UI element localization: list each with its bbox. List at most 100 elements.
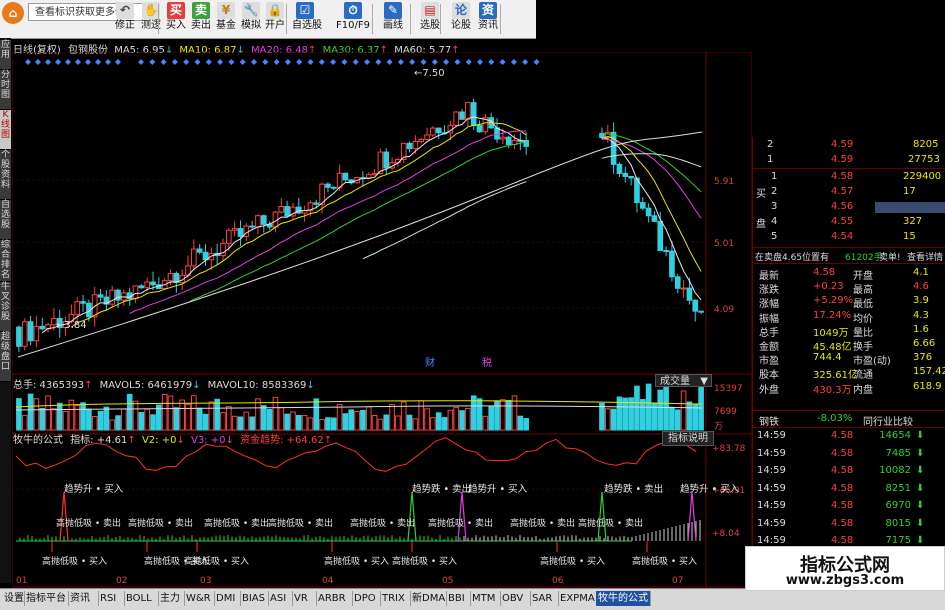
tab-0[interactable]: 设置 bbox=[2, 591, 25, 606]
volume-bar bbox=[406, 414, 413, 431]
volume-bar bbox=[51, 408, 57, 431]
volume-indicator-select[interactable]: 成交量 ▼ bbox=[655, 374, 712, 387]
sidebar-tab-2[interactable]: K线图 bbox=[0, 110, 11, 150]
industry-name[interactable]: 钢铁 bbox=[759, 413, 779, 428]
stat-key: 总手 bbox=[759, 327, 779, 339]
toolbar-button-6[interactable]: 🔒 开户 bbox=[262, 2, 288, 36]
tab-18[interactable]: SAR bbox=[530, 591, 559, 606]
app-logo-icon[interactable]: ⌂ bbox=[2, 2, 24, 24]
signal-diamond-icon bbox=[330, 59, 337, 65]
industry-change: -8.03% bbox=[817, 413, 853, 424]
candle-body bbox=[255, 215, 261, 228]
tab-19[interactable]: EXPMA bbox=[558, 591, 597, 606]
sidebar-tab-1[interactable]: 分时图 bbox=[0, 70, 11, 110]
tab-9[interactable]: ASI bbox=[268, 591, 293, 606]
buy-level-vol: 327 bbox=[903, 216, 923, 227]
toolbar-separator bbox=[410, 4, 411, 34]
indicator-value: 指标: +4.61 bbox=[70, 435, 128, 446]
industry-compare-link[interactable]: 同行业比较 bbox=[863, 413, 913, 428]
toolbar-button-2[interactable]: 买买入 bbox=[163, 2, 189, 36]
stock-picker-icon: ▤ bbox=[421, 2, 439, 19]
kline-chart[interactable]: 5.91 5.01 4.09 ←7.50 ←3.84 财 税 15397 7699 万 +83.78… bbox=[12, 52, 752, 588]
volume-bar bbox=[208, 401, 215, 431]
separator bbox=[753, 427, 945, 428]
signal-label: 趋势跌 • 卖出 bbox=[412, 483, 471, 495]
candle-body bbox=[249, 225, 255, 228]
candle-body bbox=[365, 174, 372, 179]
volume-bar bbox=[447, 409, 454, 431]
toolbar-button-9[interactable]: ✎ 画线 bbox=[380, 2, 406, 36]
tab-12[interactable]: DPO bbox=[352, 591, 381, 606]
candle-body bbox=[260, 215, 267, 225]
candle-body bbox=[406, 142, 413, 150]
volume-bar bbox=[167, 395, 174, 431]
tab-14[interactable]: 新DMA bbox=[410, 591, 447, 606]
tab-7[interactable]: DMI bbox=[214, 591, 241, 606]
sidebar-tab-6[interactable]: 牛叉诊股 bbox=[0, 282, 11, 332]
toolbar-button-5[interactable]: 🔧 模拟 bbox=[238, 2, 264, 36]
tick-price: 4.58 bbox=[831, 482, 854, 494]
sidebar-tab-5[interactable]: 综合排名 bbox=[0, 240, 11, 282]
tab-20[interactable]: 牧牛的公式 bbox=[596, 591, 651, 606]
volume-bar bbox=[517, 415, 524, 431]
toolbar-button-4[interactable]: ¥ 基金 bbox=[213, 2, 239, 36]
order-detail-link[interactable]: 查看详情 bbox=[907, 250, 943, 263]
tab-13[interactable]: TRIX bbox=[380, 591, 411, 606]
tab-2[interactable]: 资讯 bbox=[68, 591, 99, 606]
tab-8[interactable]: BIAS bbox=[240, 591, 269, 606]
toolbar-button-11[interactable]: 论论股 bbox=[448, 2, 474, 36]
toolbar-button-12[interactable]: 资资讯 bbox=[475, 2, 501, 36]
separator bbox=[753, 168, 945, 169]
signal-diamond-icon bbox=[420, 59, 427, 65]
down-arrow-icon: ⬇ bbox=[916, 500, 925, 511]
toolbar-button-1[interactable]: ✋ 测逻 bbox=[138, 2, 164, 36]
tab-6[interactable]: W&R bbox=[184, 591, 215, 606]
volume-bar bbox=[371, 414, 378, 431]
high-low-sell-label: 高抛低吸 • 卖出 bbox=[204, 517, 269, 529]
volume-bar bbox=[91, 415, 98, 431]
tab-11[interactable]: ARBR bbox=[316, 591, 353, 606]
volume-bar bbox=[21, 414, 28, 431]
signal-diamond-icon bbox=[95, 59, 101, 65]
signal-diamond-icon bbox=[284, 59, 291, 65]
tab-5[interactable]: 主力 bbox=[158, 591, 185, 606]
separator bbox=[753, 410, 945, 411]
signal-diamond-icon bbox=[115, 59, 121, 65]
volume-bar bbox=[430, 417, 436, 431]
tab-10[interactable]: VR bbox=[292, 591, 317, 606]
tab-15[interactable]: BBI bbox=[446, 591, 471, 606]
indicator-header: 牧牛的公式 指标: +4.61↑ V2: +0↓ V3: +0↓ 资金趋势: +… bbox=[13, 435, 333, 446]
toolbar-button-3[interactable]: 卖卖出 bbox=[188, 2, 214, 36]
indicator-explain-button[interactable]: 指标说明 bbox=[662, 431, 714, 446]
tab-3[interactable]: RSI bbox=[98, 591, 125, 606]
sidebar-tab-0[interactable]: 应用 bbox=[0, 40, 11, 70]
high-low-sell-label: 高抛低吸 • 卖出 bbox=[578, 517, 643, 529]
signal-spike bbox=[457, 491, 467, 542]
sidebar-tab-7[interactable]: 超级盘口 bbox=[0, 332, 11, 382]
event-mark[interactable]: 税 bbox=[482, 356, 492, 369]
x-axis-label: 05 bbox=[442, 576, 453, 586]
volume-bar bbox=[313, 398, 320, 431]
tab-16[interactable]: MTM bbox=[470, 591, 501, 606]
event-mark[interactable]: 财 bbox=[425, 356, 435, 369]
sidebar-tab-4[interactable]: 自选股 bbox=[0, 200, 11, 240]
tab-1[interactable]: 指标平台 bbox=[24, 591, 69, 606]
volume-bar bbox=[336, 403, 343, 431]
stat-key: 量比 bbox=[853, 327, 873, 339]
volume-bar bbox=[56, 402, 63, 431]
toolbar-button-7[interactable]: ☑ 自选股 bbox=[292, 2, 322, 36]
signal-diamond-icon bbox=[65, 59, 71, 65]
sidebar-tab-3[interactable]: 个股资料 bbox=[0, 150, 11, 200]
tab-4[interactable]: BOLL bbox=[124, 591, 159, 606]
candle-body bbox=[196, 248, 203, 253]
toolbar-separator bbox=[158, 4, 159, 34]
buy-level-num: 1 bbox=[771, 171, 778, 182]
volume-bar bbox=[161, 393, 168, 431]
tab-17[interactable]: OBV bbox=[500, 591, 531, 606]
volume-bar bbox=[39, 408, 46, 431]
mavol10-line bbox=[15, 405, 703, 411]
signal-diamond-icon bbox=[251, 59, 257, 65]
f10-button[interactable]: ⏱ F10/F9 bbox=[334, 2, 372, 36]
candle-body bbox=[74, 301, 81, 315]
toolbar-button-0[interactable]: ↶ 修正 bbox=[112, 2, 138, 36]
